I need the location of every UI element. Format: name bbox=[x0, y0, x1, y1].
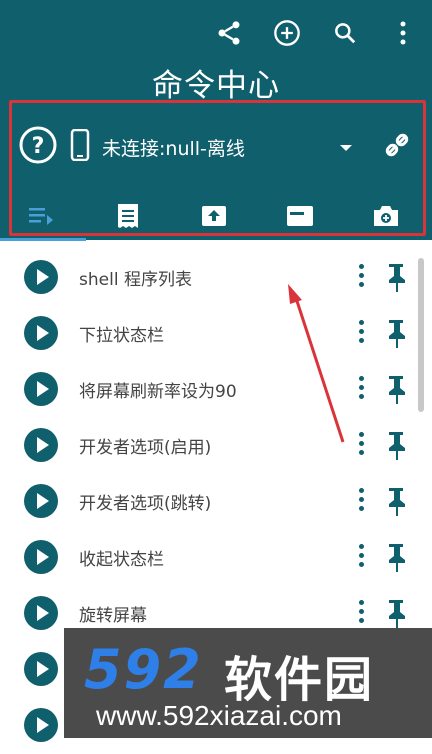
watermark: 592 软件园 www.592xiazai.com bbox=[64, 628, 432, 738]
watermark-number: 592 bbox=[84, 638, 203, 701]
watermark-url: www.592xiazai.com bbox=[96, 700, 342, 731]
